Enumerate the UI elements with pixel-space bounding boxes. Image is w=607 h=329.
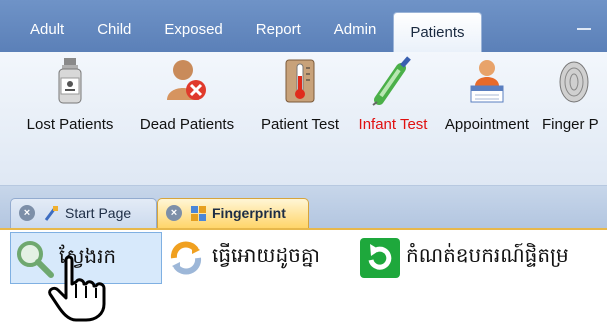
tab-fingerprint-label: Fingerprint: [212, 205, 286, 221]
tab-report[interactable]: Report: [240, 12, 317, 48]
dead-patients-label: Dead Patients: [139, 116, 235, 133]
match-button[interactable]: ធ្វើអោយដូចគ្នា: [166, 232, 358, 284]
set-device-button[interactable]: កំណត់ឧបករណ៍ផ្ទិតម្រ: [358, 232, 607, 284]
menu-tab-bar: Adult Child Exposed Report Admin Patient…: [0, 0, 607, 52]
tab-admin[interactable]: Admin: [318, 12, 393, 48]
tab-fingerprint[interactable]: × Fingerprint: [157, 198, 309, 228]
tab-child[interactable]: Child: [81, 12, 147, 48]
ribbon-minimize-icon[interactable]: [577, 28, 591, 33]
fingerprint-tab-icon: [191, 206, 206, 221]
appointment-label: Appointment: [444, 116, 530, 133]
calendar-person-icon: [470, 60, 504, 103]
infant-test-button[interactable]: Infant Test: [352, 52, 434, 142]
tab-start-page[interactable]: × Start Page: [10, 198, 157, 228]
tab-exposed[interactable]: Exposed: [148, 12, 238, 48]
tab-adult[interactable]: Adult: [14, 12, 80, 48]
set-device-label: កំណត់ឧបករណ៍ផ្ទិតម្រ: [406, 245, 569, 267]
ribbon-panel: Lost Patients Dead Patients Patient Test…: [0, 52, 607, 186]
appointment-button[interactable]: Appointment: [438, 52, 536, 142]
syringe-icon: [372, 56, 411, 106]
match-label: ធ្វើអោយដូចគ្នា: [212, 245, 320, 267]
infant-test-label: Infant Test: [358, 116, 428, 133]
start-page-icon: [44, 206, 58, 221]
document-tabs: × Start Page × Fingerprint: [0, 186, 607, 230]
tab-patients[interactable]: Patients: [393, 12, 482, 52]
thermometer-icon: [285, 59, 315, 103]
fingerprint-button[interactable]: Finger P: [540, 52, 607, 142]
lost-patients-button[interactable]: Lost Patients: [18, 52, 122, 142]
fingerprint-label: Finger P: [542, 116, 599, 133]
hand-cursor-icon: [48, 255, 106, 322]
close-icon[interactable]: ×: [19, 205, 35, 221]
tab-start-page-label: Start Page: [65, 205, 132, 221]
patient-test-label: Patient Test: [260, 116, 340, 133]
close-icon[interactable]: ×: [166, 205, 182, 221]
refresh-icon: [170, 241, 202, 275]
person-remove-icon: [167, 60, 206, 100]
reload-green-icon: [360, 238, 400, 278]
dead-patients-button[interactable]: Dead Patients: [132, 52, 242, 142]
fingerprint-icon: [559, 61, 588, 103]
menu-tabs: Adult Child Exposed Report Admin Patient…: [14, 12, 483, 52]
medicine-bottle-icon: [58, 58, 82, 104]
patient-test-button[interactable]: Patient Test: [250, 52, 350, 142]
lost-patients-label: Lost Patients: [26, 116, 114, 133]
